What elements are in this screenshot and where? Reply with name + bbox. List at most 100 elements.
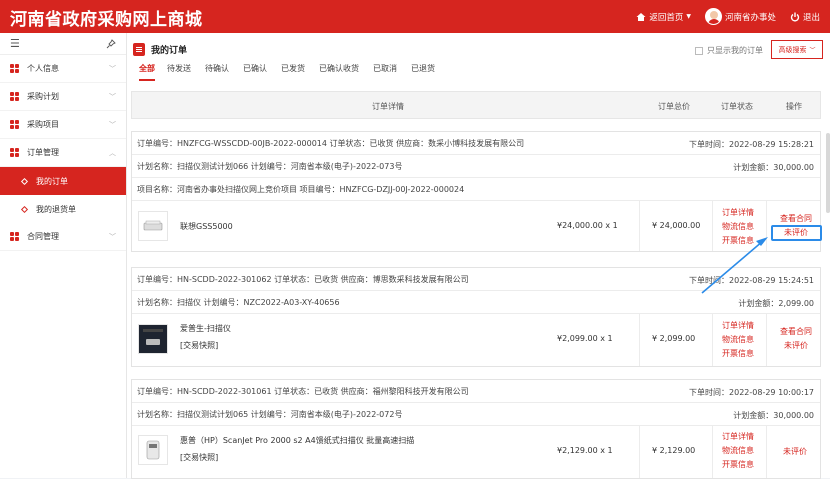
project-info-row: 项目名称：河南省办事处扫描仪网上竞价项目 项目编号：HNZFCG-DZJJ-00…	[132, 178, 820, 201]
chevron-down-icon: ﹀	[109, 93, 116, 101]
divider	[712, 314, 713, 366]
order-total: ¥ 2,099.00	[652, 334, 696, 343]
order-card: 订单编号：HN-SCDD-2022-301062 订单状态：已收货 供应商：博思…	[131, 267, 821, 367]
product-row: 爱普生-扫描仪 [交易快照] ¥2,099.00 x 1 ¥ 2,099.00 订…	[132, 314, 820, 366]
order-links: 订单详情 物流信息 开票信息	[722, 206, 754, 248]
order-actions: 查看合同 未评价	[780, 325, 812, 353]
logistics-link[interactable]: 物流信息	[722, 220, 754, 234]
scrollbar[interactable]	[826, 133, 830, 213]
home-link-label: 返回首页	[649, 12, 684, 23]
advanced-search-label: 高级搜索	[778, 45, 807, 54]
sidebar-item-my-orders[interactable]: 我的订单	[0, 167, 126, 195]
only-mine-toggle[interactable]: 只显示我的订单	[695, 45, 763, 56]
order-number-line: 订单编号：HN-SCDD-2022-301061 订单状态：已收货 供应商：福州…	[137, 386, 469, 396]
plan-info-row: 计划名称：扫描仪测试计划065 计划编号：河南省本级(电子)-2022-072号…	[132, 403, 820, 426]
page-title-text: 我的订单	[151, 46, 188, 56]
not-rated-link[interactable]: 未评价	[783, 445, 807, 459]
tab-all[interactable]: 全部	[139, 63, 155, 81]
chevron-down-icon: ▼	[686, 13, 691, 20]
order-time: 下单时间：2022-08-29 10:00:17	[689, 388, 814, 397]
diamond-icon	[20, 177, 29, 185]
module-icon	[10, 147, 20, 158]
snapshot-link[interactable]: [交易快照]	[180, 452, 414, 463]
diamond-icon	[20, 205, 29, 213]
logistics-link[interactable]: 物流信息	[722, 444, 754, 458]
site-title[interactable]: 河南省政府采购网上商城	[10, 5, 203, 30]
logout-button[interactable]: 退出	[790, 11, 820, 23]
sidebar: ☰ 个人信息 ﹀ 采购计划 ﹀ 采购项目 ﹀ 订单管理 ︿ 我的订单 我的退货单…	[0, 33, 127, 478]
module-icon	[10, 63, 20, 74]
divider	[639, 426, 640, 478]
tab-confirmed[interactable]: 已确认	[243, 63, 275, 81]
tab-pending-send[interactable]: 待发送	[167, 63, 199, 81]
order-links: 订单详情 物流信息 开票信息	[722, 319, 754, 361]
chevron-up-icon: ︿	[109, 149, 116, 157]
product-image[interactable]	[138, 324, 168, 354]
sidebar-item-personal-info[interactable]: 个人信息 ﹀	[0, 55, 126, 83]
unit-price: ¥2,099.00 x 1	[557, 334, 613, 343]
tab-shipped[interactable]: 已发货	[281, 63, 313, 81]
table-header: 订单详情 订单总价 订单状态 操作	[131, 91, 821, 119]
order-total: ¥ 24,000.00	[652, 221, 701, 230]
sidebar-item-label: 采购项目	[27, 120, 59, 129]
document-icon	[133, 43, 145, 56]
plan-amount: 计划金额：2,099.00	[738, 299, 814, 308]
order-info-row: 订单编号：HNZFCG-WSSCDD-00JB-2022-000014 订单状态…	[132, 132, 820, 155]
home-link[interactable]: 返回首页 ▼	[636, 11, 691, 23]
view-contract-link[interactable]: 查看合同	[780, 325, 812, 339]
product-row: 联想GSS5000 ¥24,000.00 x 1 ¥ 24,000.00 订单详…	[132, 201, 822, 251]
order-actions: 未评价	[783, 445, 807, 459]
order-status-tabs: 全部 待发送 待确认 已确认 已发货 已确认收货 已取消 已退货	[139, 63, 449, 81]
tab-received[interactable]: 已确认收货	[319, 63, 367, 81]
tab-returned[interactable]: 已退货	[411, 63, 443, 81]
sidebar-item-procurement-project[interactable]: 采购项目 ﹀	[0, 111, 126, 139]
main-content: 我的订单 只显示我的订单 高级搜索 ﹀ 全部 待发送 待确认 已确认 已发货 已…	[127, 33, 830, 479]
snapshot-link[interactable]: [交易快照]	[180, 340, 231, 351]
user-menu[interactable]: 河南省办事处	[704, 8, 776, 25]
divider	[639, 201, 640, 251]
power-icon	[790, 12, 800, 22]
order-details-link[interactable]: 订单详情	[722, 430, 754, 444]
logistics-link[interactable]: 物流信息	[722, 333, 754, 347]
plan-line: 计划名称：扫描仪测试计划066 计划编号：河南省本级(电子)-2022-073号	[137, 161, 403, 171]
sidebar-item-my-returns[interactable]: 我的退货单	[0, 195, 126, 223]
tab-pending-confirm[interactable]: 待确认	[205, 63, 237, 81]
invoice-link[interactable]: 开票信息	[722, 234, 754, 248]
product-image[interactable]	[138, 211, 168, 241]
order-info-row: 订单编号：HN-SCDD-2022-301061 订单状态：已收货 供应商：福州…	[132, 380, 820, 403]
sidebar-item-procurement-plan[interactable]: 采购计划 ﹀	[0, 83, 126, 111]
divider	[712, 426, 713, 478]
invoice-link[interactable]: 开票信息	[722, 458, 754, 472]
sidebar-item-contract-management[interactable]: 合同管理 ﹀	[0, 223, 126, 251]
col-status: 订单状态	[721, 102, 753, 111]
view-contract-link[interactable]: 查看合同	[780, 212, 812, 226]
product-name[interactable]: 爱普生-扫描仪 [交易快照]	[180, 323, 231, 351]
logout-label: 退出	[802, 12, 820, 23]
col-details: 订单详情	[372, 102, 404, 111]
product-image[interactable]	[138, 435, 168, 465]
chevron-down-icon: ﹀	[109, 121, 116, 129]
avatar	[704, 8, 722, 25]
sidebar-item-label: 采购计划	[27, 92, 59, 101]
product-name[interactable]: 联想GSS5000	[180, 221, 233, 232]
product-name[interactable]: 惠普（HP）ScanJet Pro 2000 s2 A4馈纸式扫描仪 批量高速扫…	[180, 435, 414, 463]
order-details-link[interactable]: 订单详情	[722, 319, 754, 333]
only-mine-checkbox[interactable]	[695, 46, 703, 55]
sidebar-header: ☰	[0, 33, 126, 55]
plan-line: 计划名称：扫描仪测试计划065 计划编号：河南省本级(电子)-2022-072号	[137, 409, 403, 419]
pin-icon[interactable]	[106, 38, 116, 49]
plan-amount: 计划金额：30,000.00	[733, 411, 814, 420]
invoice-link[interactable]: 开票信息	[722, 347, 754, 361]
module-icon	[10, 231, 20, 242]
chevron-down-icon: ﹀	[109, 233, 116, 241]
not-rated-link[interactable]: 未评价	[780, 339, 812, 353]
sidebar-item-order-management[interactable]: 订单管理 ︿	[0, 139, 126, 167]
advanced-search-button[interactable]: 高级搜索 ﹀	[771, 40, 823, 59]
top-right-nav: 返回首页 ▼ 河南省办事处 退出	[636, 0, 820, 33]
unit-price: ¥2,129.00 x 1	[557, 446, 613, 455]
plan-info-row: 计划名称：扫描仪 计划编号：NZC2022-A03-XY-40656 计划金额：…	[132, 291, 820, 314]
menu-icon[interactable]: ☰	[10, 37, 20, 50]
tab-cancelled[interactable]: 已取消	[373, 63, 405, 81]
divider	[766, 426, 767, 478]
order-details-link[interactable]: 订单详情	[722, 206, 754, 220]
